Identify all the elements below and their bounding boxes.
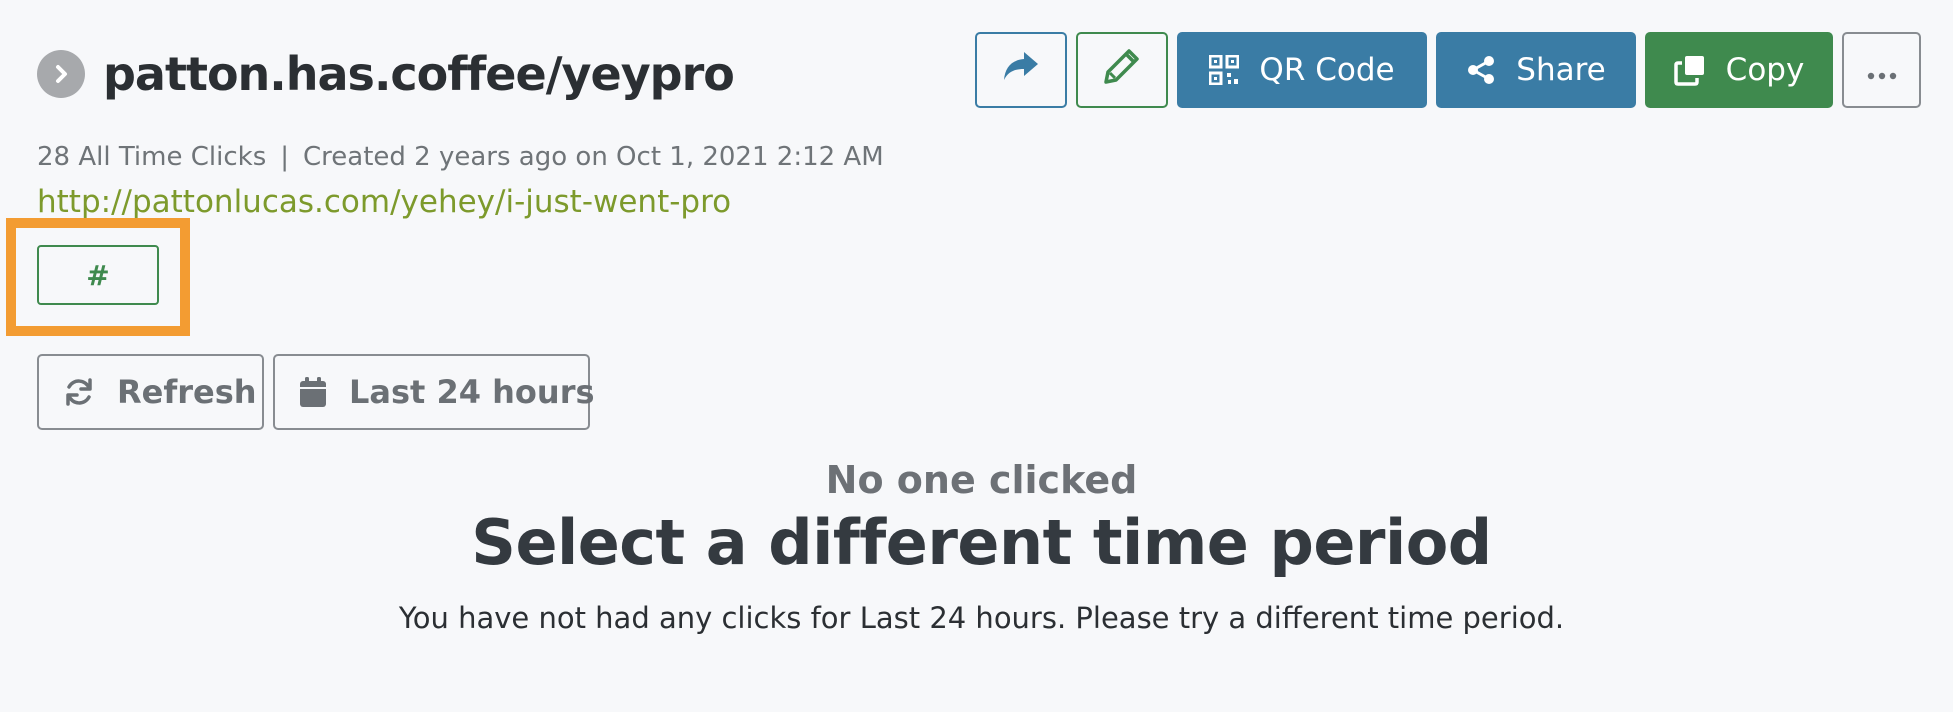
link-meta: 28 All Time Clicks | Created 2 years ago o…: [37, 142, 884, 172]
destination-url-link[interactable]: http://pattonlucas.com/yehey/i-just-went…: [37, 184, 731, 220]
share-label: Share: [1516, 52, 1606, 88]
copy-icon: [1673, 54, 1706, 86]
qr-code-icon: [1209, 55, 1240, 85]
share-arrow-icon: [1002, 50, 1040, 90]
all-time-clicks: 28 All Time Clicks: [37, 142, 267, 172]
more-options-button[interactable]: [1842, 32, 1921, 108]
copy-button[interactable]: Copy: [1645, 32, 1833, 108]
empty-state-title: Select a different time period: [471, 506, 1492, 579]
refresh-button[interactable]: Refresh: [37, 354, 264, 430]
page-title: patton.has.coffee/yeypro: [103, 47, 735, 101]
toolbar: QR Code Share Copy: [975, 32, 1921, 108]
refresh-label: Refresh: [117, 373, 257, 411]
calendar-icon: [299, 376, 327, 408]
date-range-button[interactable]: Last 24 hours: [273, 354, 595, 430]
ellipsis-icon: [1867, 52, 1897, 88]
meta-separator: |: [280, 142, 290, 172]
refresh-icon: [63, 376, 95, 408]
add-tag-button[interactable]: #: [37, 245, 159, 305]
empty-state: No one clicked Select a different time p…: [0, 458, 1953, 635]
copy-label: Copy: [1725, 52, 1805, 88]
share-button[interactable]: Share: [1436, 32, 1636, 108]
filter-row: Refresh Last 24 hours: [37, 354, 595, 430]
empty-state-subtitle: No one clicked: [825, 458, 1138, 502]
share-nodes-icon: [1466, 55, 1496, 85]
redirect-button[interactable]: [975, 32, 1067, 108]
link-header: patton.has.coffee/yeypro: [37, 44, 735, 104]
empty-state-message: You have not had any clicks for Last 24 …: [398, 601, 1565, 635]
edit-button[interactable]: [1076, 32, 1168, 108]
created-date: Created 2 years ago on Oct 1, 2021 2:12 …: [303, 142, 884, 172]
chevron-right-icon[interactable]: [37, 50, 85, 98]
date-range-label: Last 24 hours: [349, 373, 595, 411]
qr-code-button[interactable]: QR Code: [1177, 32, 1427, 108]
qr-code-label: QR Code: [1259, 52, 1395, 88]
pencil-icon: [1102, 46, 1142, 94]
